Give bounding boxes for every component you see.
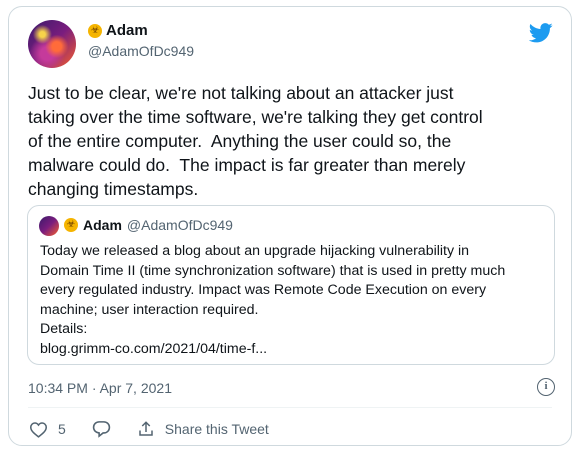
info-icon[interactable]: i [537,378,555,396]
divider [28,407,552,408]
quoted-avatar [39,216,59,236]
author-name-row[interactable]: ☣ Adam [88,22,148,39]
share-icon [139,421,153,436]
author-handle[interactable]: @AdamOfDc949 [88,43,194,59]
heart-icon [29,421,48,438]
like-count: 5 [58,421,66,437]
tweet-card[interactable]: ☣ Adam @AdamOfDc949 Just to be clear, we… [8,6,572,446]
biohazard-icon: ☣ [88,23,102,38]
share-label[interactable]: Share this Tweet [165,421,269,437]
quoted-display-name: Adam [83,217,122,233]
quoted-author-row: ☣ Adam @AdamOfDc949 [64,217,233,233]
share-button[interactable]: Share this Tweet [137,420,269,438]
tweet-timestamp-row[interactable]: 10:34 PM · Apr 7, 2021 [28,380,172,396]
reply-button[interactable] [92,420,111,438]
quoted-tweet[interactable]: ☣ Adam @AdamOfDc949 Today we released a … [27,205,555,365]
biohazard-icon: ☣ [64,218,78,232]
author-display-name[interactable]: Adam [106,22,148,39]
twitter-bird-icon[interactable] [529,23,553,43]
like-button[interactable] [29,421,48,438]
quoted-text: Today we released a blog about an upgrad… [40,243,506,357]
reply-icon [92,421,111,438]
tweet-actions: 5 Share this Tweet [29,420,269,438]
tweet-text: Just to be clear, we're not talking abou… [28,83,483,199]
avatar[interactable] [28,20,76,68]
quoted-handle: @AdamOfDc949 [126,217,233,233]
tweet-timestamp[interactable]: 10:34 PM · Apr 7, 2021 [28,380,172,396]
